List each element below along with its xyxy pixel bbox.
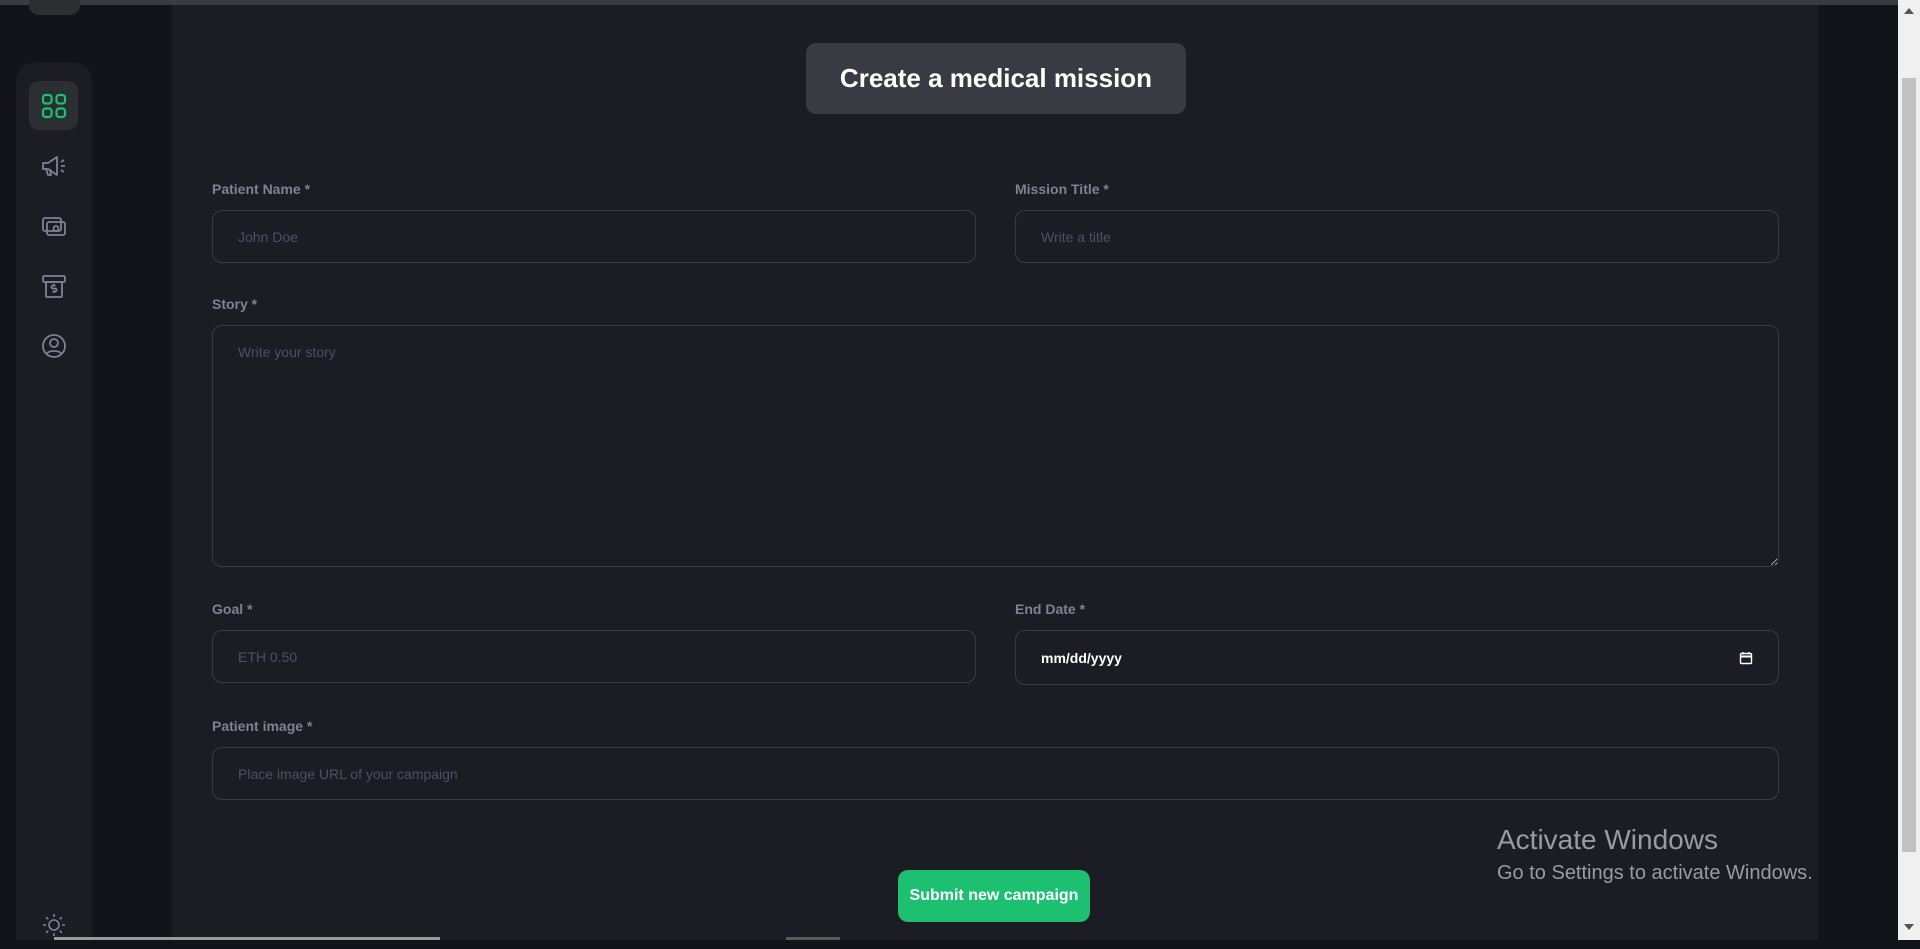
watermark-subtitle: Go to Settings to activate Windows. — [1497, 862, 1813, 884]
withdraw-icon — [41, 274, 66, 298]
vertical-scrollbar[interactable] — [1898, 0, 1920, 940]
sidebar — [16, 62, 92, 940]
sidebar-item-withdraw[interactable] — [29, 261, 78, 310]
submit-campaign-button[interactable]: Submit new campaign — [898, 870, 1090, 922]
main-panel: Create a medical mission Patient Name * … — [172, 5, 1818, 940]
patient-name-label: Patient Name * — [212, 181, 311, 197]
goal-input[interactable] — [212, 630, 976, 683]
scrollbar-thumb[interactable] — [1902, 78, 1916, 852]
payment-icon — [41, 216, 66, 236]
patient-name-input[interactable] — [212, 210, 976, 263]
sidebar-item-profile[interactable] — [29, 321, 78, 370]
profile-icon — [41, 333, 66, 358]
story-textarea[interactable] — [212, 325, 1779, 567]
sun-icon — [42, 913, 65, 936]
mission-title-label: Mission Title * — [1015, 181, 1109, 197]
scroll-up-arrow-icon[interactable] — [1904, 8, 1914, 14]
goal-label: Goal * — [212, 601, 253, 617]
page-title-box: Create a medical mission — [806, 43, 1186, 114]
dashboard-icon — [41, 93, 66, 118]
end-date-label: End Date * — [1015, 601, 1086, 617]
logo[interactable] — [29, 0, 80, 15]
calendar-icon[interactable] — [1739, 651, 1753, 665]
sidebar-item-dashboard[interactable] — [29, 81, 78, 130]
patient-image-label: Patient image * — [212, 718, 313, 734]
watermark-title: Activate Windows — [1497, 824, 1718, 855]
windows-activation-watermark: Activate Windows Go to Settings to activ… — [1497, 824, 1813, 885]
theme-toggle-button[interactable] — [29, 900, 78, 949]
end-date-value: mm/dd/yyyy — [1041, 649, 1122, 666]
end-date-input[interactable]: mm/dd/yyyy — [1015, 630, 1779, 685]
scroll-down-arrow-icon[interactable] — [1904, 924, 1914, 930]
mission-title-input[interactable] — [1015, 210, 1779, 263]
page-title: Create a medical mission — [839, 63, 1153, 93]
patient-image-input[interactable] — [212, 747, 1779, 800]
sidebar-item-payment[interactable] — [29, 201, 78, 250]
sidebar-item-campaigns[interactable] — [29, 141, 78, 190]
megaphone-icon — [41, 155, 65, 176]
story-label: Story * — [212, 296, 258, 312]
